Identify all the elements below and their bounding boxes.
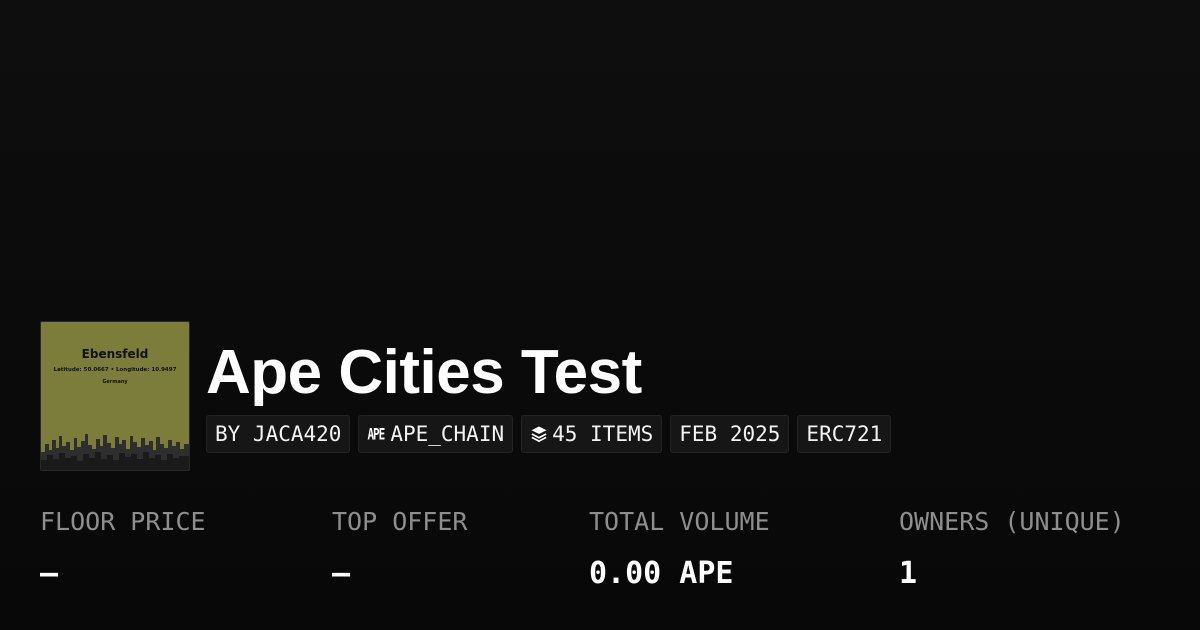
ape-chain-logo-icon: APE: [367, 424, 385, 444]
stat-top-offer: TOP OFFER –: [332, 506, 467, 590]
thumbnail-city-name: Ebensfeld: [81, 347, 149, 361]
stat-value: 0.00 APE: [589, 556, 734, 591]
thumbnail-country: Germany: [102, 379, 128, 385]
stat-value: 1: [899, 556, 918, 591]
stat-label: OWNERS (UNIQUE): [899, 507, 1125, 536]
stat-owners: OWNERS (UNIQUE) 1: [899, 506, 1125, 590]
stat-total-volume: TOTAL VOLUME 0.00 APE: [589, 506, 770, 590]
stat-label: TOTAL VOLUME: [589, 507, 770, 536]
stat-value: –: [332, 556, 351, 591]
layers-stack-icon: [531, 426, 547, 443]
creator-label: BY JACA420: [215, 422, 342, 446]
date-chip: FEB 2025: [670, 415, 790, 453]
stat-label: FLOOR PRICE: [40, 507, 206, 536]
stat-value: –: [40, 556, 59, 591]
token-standard: ERC721: [806, 422, 883, 446]
standard-chip: ERC721: [797, 415, 892, 453]
chain-label: APE_CHAIN: [390, 422, 505, 446]
thumbnail-coordinates: Latitude: 50.0667 • Longitude: 10.9497: [53, 367, 177, 373]
created-date: FEB 2025: [679, 422, 781, 446]
collection-title: Ape Cities Test: [206, 338, 642, 407]
city-skyline-graphic: [41, 434, 189, 470]
stat-floor-price: FLOOR PRICE –: [40, 506, 206, 590]
collection-meta-chips: BY JACA420 APE APE_CHAIN 45 ITEMS FEB 20…: [206, 415, 892, 453]
items-count: 45 ITEMS: [552, 422, 654, 446]
collection-thumbnail: Ebensfeld Latitude: 50.0667 • Longitude:…: [40, 321, 190, 471]
chain-chip[interactable]: APE APE_CHAIN: [358, 415, 514, 453]
stat-label: TOP OFFER: [332, 507, 468, 536]
items-chip: 45 ITEMS: [521, 415, 663, 453]
creator-chip[interactable]: BY JACA420: [206, 415, 351, 453]
